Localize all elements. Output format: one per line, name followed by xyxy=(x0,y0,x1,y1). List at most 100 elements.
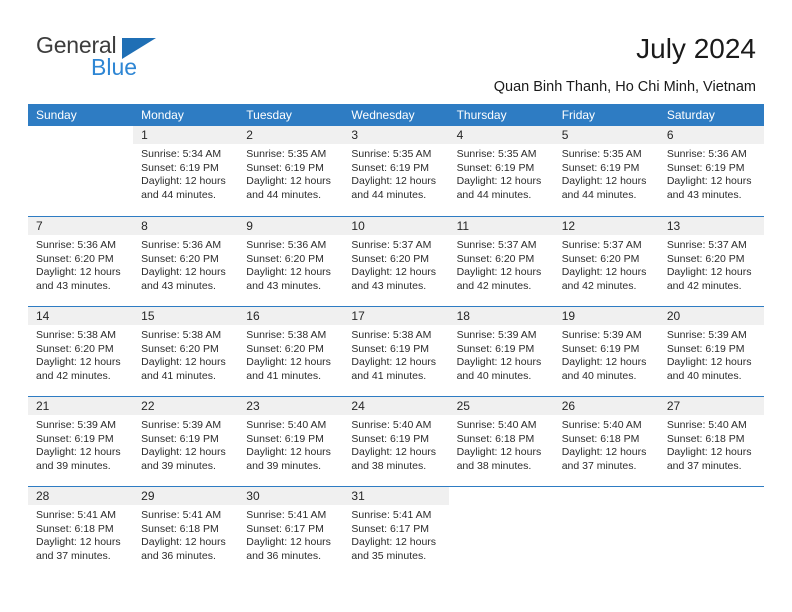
calendar-day-cell[interactable]: 2 Sunrise: 5:35 AM Sunset: 6:19 PM Daylight… xyxy=(238,126,344,216)
calendar-day-cell[interactable]: 14 Sunrise: 5:38 AM Sunset: 6:20 PM Dayligh… xyxy=(28,307,134,396)
calendar-day-cell[interactable]: 7 Sunrise: 5:36 AM Sunset: 6:20 PM Daylight… xyxy=(28,217,134,306)
calendar-day-cell[interactable]: 16 Sunrise: 5:38 AM Sunset: 6:20 PM Dayligh… xyxy=(238,307,344,396)
daylight-text-line2: and 43 minutes. xyxy=(351,279,427,292)
day-detail: Sunrise: 5:37 AM Sunset: 6:20 PM Daylight:… xyxy=(343,235,448,293)
day-number: 6 xyxy=(666,128,674,142)
calendar-day-cell[interactable]: 15 Sunrise: 5:38 AM Sunset: 6:20 PM Dayligh… xyxy=(133,307,239,396)
daylight-text-line1: Daylight: 12 hours xyxy=(561,446,647,459)
daylight-text-line2: and 42 minutes. xyxy=(561,279,637,292)
day-detail: Sunrise: 5:41 AM Sunset: 6:18 PM Daylight:… xyxy=(133,505,238,563)
day-number-band: 26 xyxy=(553,397,659,415)
calendar-day-cell-empty xyxy=(658,487,764,576)
calendar-day-cell[interactable]: 30 Sunrise: 5:41 AM Sunset: 6:17 PM Dayligh… xyxy=(238,487,344,576)
calendar-day-cell[interactable]: 27 Sunrise: 5:40 AM Sunset: 6:18 PM Dayligh… xyxy=(658,397,764,486)
sunset-text: Sunset: 6:19 PM xyxy=(246,161,324,174)
day-number: 13 xyxy=(666,219,681,233)
day-number-band: 19 xyxy=(553,307,659,325)
calendar-day-cell[interactable]: 22 Sunrise: 5:39 AM Sunset: 6:19 PM Dayligh… xyxy=(133,397,239,486)
sunset-text: Sunset: 6:19 PM xyxy=(351,161,430,174)
day-number-band: 15 xyxy=(133,307,239,325)
sunset-text: Sunset: 6:19 PM xyxy=(36,432,114,445)
day-number-band: 4 xyxy=(448,126,554,144)
calendar-day-cell[interactable]: 21 Sunrise: 5:39 AM Sunset: 6:19 PM Dayligh… xyxy=(28,397,134,486)
day-number: 14 xyxy=(36,309,50,323)
day-number-band: 25 xyxy=(448,397,554,415)
daylight-text-line2: and 40 minutes. xyxy=(561,369,637,382)
sunrise-text: Sunrise: 5:38 AM xyxy=(246,329,327,341)
day-detail: Sunrise: 5:36 AM Sunset: 6:20 PM Daylight:… xyxy=(28,235,133,293)
day-number: 27 xyxy=(666,399,681,413)
daylight-text-line1: Daylight: 12 hours xyxy=(141,356,226,369)
sunset-text: Sunset: 6:19 PM xyxy=(351,342,430,355)
day-detail: Sunrise: 5:34 AM Sunset: 6:19 PM Daylight:… xyxy=(133,144,238,202)
daylight-text-line1: Daylight: 12 hours xyxy=(246,356,331,369)
daylight-text-line2: and 42 minutes. xyxy=(456,279,532,292)
calendar-day-cell[interactable]: 31 Sunrise: 5:41 AM Sunset: 6:17 PM Dayligh… xyxy=(343,487,449,576)
day-detail: Sunrise: 5:40 AM Sunset: 6:18 PM Daylight:… xyxy=(554,415,659,473)
sunrise-text: Sunrise: 5:39 AM xyxy=(36,419,116,431)
sunrise-text: Sunrise: 5:39 AM xyxy=(456,329,537,341)
day-number-band xyxy=(659,487,764,505)
day-number: 31 xyxy=(351,489,365,503)
sunrise-text: Sunrise: 5:40 AM xyxy=(246,419,327,431)
calendar-day-cell-empty xyxy=(28,126,134,216)
calendar-day-cell[interactable]: 11 Sunrise: 5:37 AM Sunset: 6:20 PM Dayligh… xyxy=(448,217,554,306)
weekday-header-saturday: Saturday xyxy=(666,108,715,122)
sunset-text: Sunset: 6:20 PM xyxy=(456,252,535,265)
calendar-day-cell[interactable]: 25 Sunrise: 5:40 AM Sunset: 6:18 PM Dayligh… xyxy=(448,397,554,486)
day-detail: Sunrise: 5:39 AM Sunset: 6:19 PM Daylight:… xyxy=(133,415,238,473)
calendar-day-cell[interactable]: 9 Sunrise: 5:36 AM Sunset: 6:20 PM Daylight… xyxy=(238,217,344,306)
daylight-text-line2: and 43 minutes. xyxy=(36,279,111,292)
day-detail: Sunrise: 5:37 AM Sunset: 6:20 PM Daylight:… xyxy=(659,235,764,293)
sunset-text: Sunset: 6:20 PM xyxy=(141,252,219,265)
day-number: 19 xyxy=(561,309,576,323)
calendar-day-cell[interactable]: 13 Sunrise: 5:37 AM Sunset: 6:20 PM Dayligh… xyxy=(658,217,764,306)
sunrise-text: Sunrise: 5:36 AM xyxy=(141,239,222,251)
day-number: 18 xyxy=(456,309,470,323)
weekday-header-wednesday: Wednesday xyxy=(351,108,415,122)
sunset-text: Sunset: 6:19 PM xyxy=(666,342,745,355)
sunrise-text: Sunrise: 5:39 AM xyxy=(666,329,747,341)
sunrise-text: Sunrise: 5:38 AM xyxy=(351,329,432,341)
calendar-day-cell[interactable]: 23 Sunrise: 5:40 AM Sunset: 6:19 PM Dayligh… xyxy=(238,397,344,486)
calendar-week-row: 1 Sunrise: 5:34 AM Sunset: 6:19 PM Daylight… xyxy=(28,126,764,216)
calendar-day-cell[interactable]: 8 Sunrise: 5:36 AM Sunset: 6:20 PM Daylight… xyxy=(133,217,239,306)
calendar-day-cell[interactable]: 3 Sunrise: 5:35 AM Sunset: 6:19 PM Daylight… xyxy=(343,126,449,216)
daylight-text-line1: Daylight: 12 hours xyxy=(666,446,752,459)
daylight-text-line1: Daylight: 12 hours xyxy=(456,175,542,188)
calendar-day-cell[interactable]: 26 Sunrise: 5:40 AM Sunset: 6:18 PM Dayligh… xyxy=(553,397,659,486)
calendar-day-cell[interactable]: 17 Sunrise: 5:38 AM Sunset: 6:19 PM Dayligh… xyxy=(343,307,449,396)
calendar-day-cell[interactable]: 10 Sunrise: 5:37 AM Sunset: 6:20 PM Dayligh… xyxy=(343,217,449,306)
sunrise-text: Sunrise: 5:41 AM xyxy=(246,509,327,521)
day-detail: Sunrise: 5:38 AM Sunset: 6:20 PM Daylight:… xyxy=(133,325,238,383)
day-number: 20 xyxy=(666,309,681,323)
calendar-day-cell[interactable]: 5 Sunrise: 5:35 AM Sunset: 6:19 PM Daylight… xyxy=(553,126,659,216)
calendar-day-cell[interactable]: 4 Sunrise: 5:35 AM Sunset: 6:19 PM Daylight… xyxy=(448,126,554,216)
sunset-text: Sunset: 6:20 PM xyxy=(666,252,745,265)
sunset-text: Sunset: 6:19 PM xyxy=(561,342,640,355)
calendar-weeks: 1 Sunrise: 5:34 AM Sunset: 6:19 PM Daylight… xyxy=(28,126,764,576)
calendar-day-cell[interactable]: 12 Sunrise: 5:37 AM Sunset: 6:20 PM Dayligh… xyxy=(553,217,659,306)
calendar-day-cell[interactable]: 24 Sunrise: 5:40 AM Sunset: 6:19 PM Dayligh… xyxy=(343,397,449,486)
day-number-band: 20 xyxy=(658,307,764,325)
sunrise-text: Sunrise: 5:38 AM xyxy=(141,329,222,341)
calendar-day-cell[interactable]: 1 Sunrise: 5:34 AM Sunset: 6:19 PM Daylight… xyxy=(133,126,239,216)
sunrise-text: Sunrise: 5:39 AM xyxy=(561,329,642,341)
calendar-day-cell[interactable]: 6 Sunrise: 5:36 AM Sunset: 6:19 PM Daylight… xyxy=(658,126,764,216)
calendar-day-cell[interactable]: 20 Sunrise: 5:39 AM Sunset: 6:19 PM Dayligh… xyxy=(658,307,764,396)
calendar-day-cell[interactable]: 19 Sunrise: 5:39 AM Sunset: 6:19 PM Dayligh… xyxy=(553,307,659,396)
generalblue-logo[interactable]: General Blue xyxy=(36,32,216,84)
day-detail: Sunrise: 5:39 AM Sunset: 6:19 PM Daylight:… xyxy=(659,325,764,383)
day-number-band: 17 xyxy=(343,307,449,325)
sunset-text: Sunset: 6:18 PM xyxy=(456,432,535,445)
calendar-day-cell[interactable]: 18 Sunrise: 5:39 AM Sunset: 6:19 PM Dayligh… xyxy=(448,307,554,396)
sunrise-text: Sunrise: 5:37 AM xyxy=(561,239,642,251)
calendar-day-cell[interactable]: 28 Sunrise: 5:41 AM Sunset: 6:18 PM Dayligh… xyxy=(28,487,134,576)
daylight-text-line2: and 43 minutes. xyxy=(141,279,216,292)
day-number: 8 xyxy=(141,219,148,233)
calendar-day-cell[interactable]: 29 Sunrise: 5:41 AM Sunset: 6:18 PM Dayligh… xyxy=(133,487,239,576)
day-number-band: 16 xyxy=(238,307,344,325)
daylight-text-line1: Daylight: 12 hours xyxy=(246,266,331,279)
sunset-text: Sunset: 6:19 PM xyxy=(141,161,219,174)
day-number-band: 14 xyxy=(28,307,134,325)
